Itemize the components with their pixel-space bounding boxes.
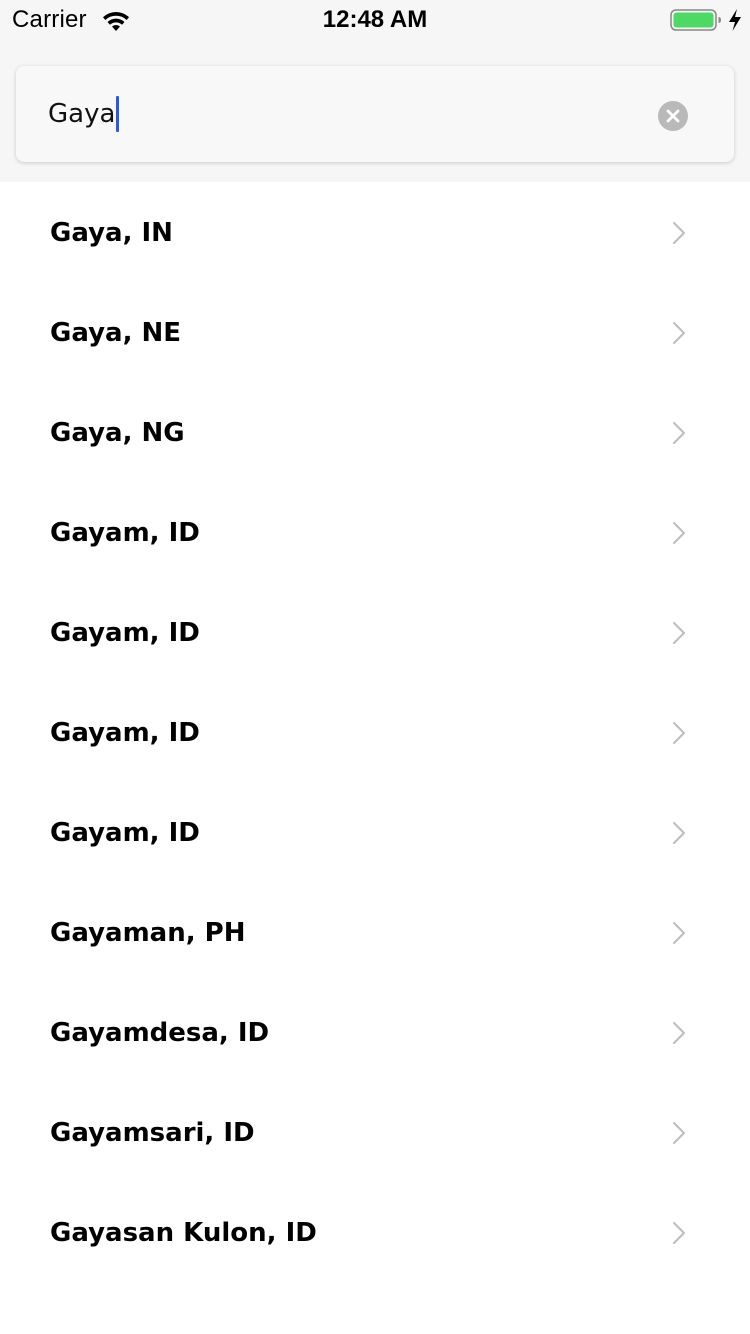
clear-search-button[interactable] xyxy=(658,101,688,131)
list-item[interactable]: Gayasan Kulon, ID xyxy=(0,1183,750,1283)
search-input-value: Gaya xyxy=(48,99,116,129)
list-item-label: Gaya, NE xyxy=(50,318,182,348)
chevron-right-icon xyxy=(673,822,685,844)
search-field[interactable]: Gaya xyxy=(16,66,734,162)
chevron-right-icon xyxy=(673,1122,685,1144)
battery-icon xyxy=(670,9,721,31)
clock: 12:48 AM xyxy=(322,6,428,33)
list-item[interactable]: Gayamsari, ID xyxy=(0,1083,750,1183)
status-bar: Carrier 12:48 AM xyxy=(0,0,750,40)
list-item-label: Gayam, ID xyxy=(50,618,200,648)
chevron-right-icon xyxy=(673,722,685,744)
chevron-right-icon xyxy=(673,922,685,944)
charging-bolt-icon xyxy=(729,9,741,31)
list-item-label: Gayam, ID xyxy=(50,718,200,748)
chevron-right-icon xyxy=(673,222,685,244)
list-item[interactable]: Gayam, ID xyxy=(0,483,750,583)
list-item-label: Gayam, ID xyxy=(50,818,200,848)
list-item-label: Gayaman, PH xyxy=(50,918,246,948)
list-item-label: Gayasan Kulon, ID xyxy=(50,1218,317,1248)
chevron-right-icon xyxy=(673,622,685,644)
search-input[interactable]: Gaya xyxy=(48,96,120,132)
clear-icon xyxy=(666,109,680,123)
text-caret xyxy=(116,96,120,132)
list-item[interactable]: Gaya, NE xyxy=(0,283,750,383)
chevron-right-icon xyxy=(673,422,685,444)
search-header: Carrier 12:48 AM Gaya xyxy=(0,0,750,182)
list-item[interactable]: Gayam, ID xyxy=(0,683,750,783)
list-item-label: Gayam, ID xyxy=(50,518,200,548)
list-item-label: Gayamsari, ID xyxy=(50,1118,255,1148)
chevron-right-icon xyxy=(673,322,685,344)
list-item-label: Gayamdesa, ID xyxy=(50,1018,270,1048)
chevron-right-icon xyxy=(673,1022,685,1044)
list-item[interactable]: Gayam, ID xyxy=(0,783,750,883)
list-item-label: Gaya, NG xyxy=(50,418,185,448)
list-item-label: Gaya, IN xyxy=(50,218,173,248)
chevron-right-icon xyxy=(673,1222,685,1244)
list-item[interactable]: Gayamdesa, ID xyxy=(0,983,750,1083)
results-list: Gaya, IN Gaya, NE Gaya, NG Gayam, ID Gayam, … xyxy=(0,183,750,1283)
list-item[interactable]: Gaya, IN xyxy=(0,183,750,283)
list-item[interactable]: Gayam, ID xyxy=(0,583,750,683)
list-item[interactable]: Gayaman, PH xyxy=(0,883,750,983)
list-item[interactable]: Gaya, NG xyxy=(0,383,750,483)
chevron-right-icon xyxy=(673,522,685,544)
